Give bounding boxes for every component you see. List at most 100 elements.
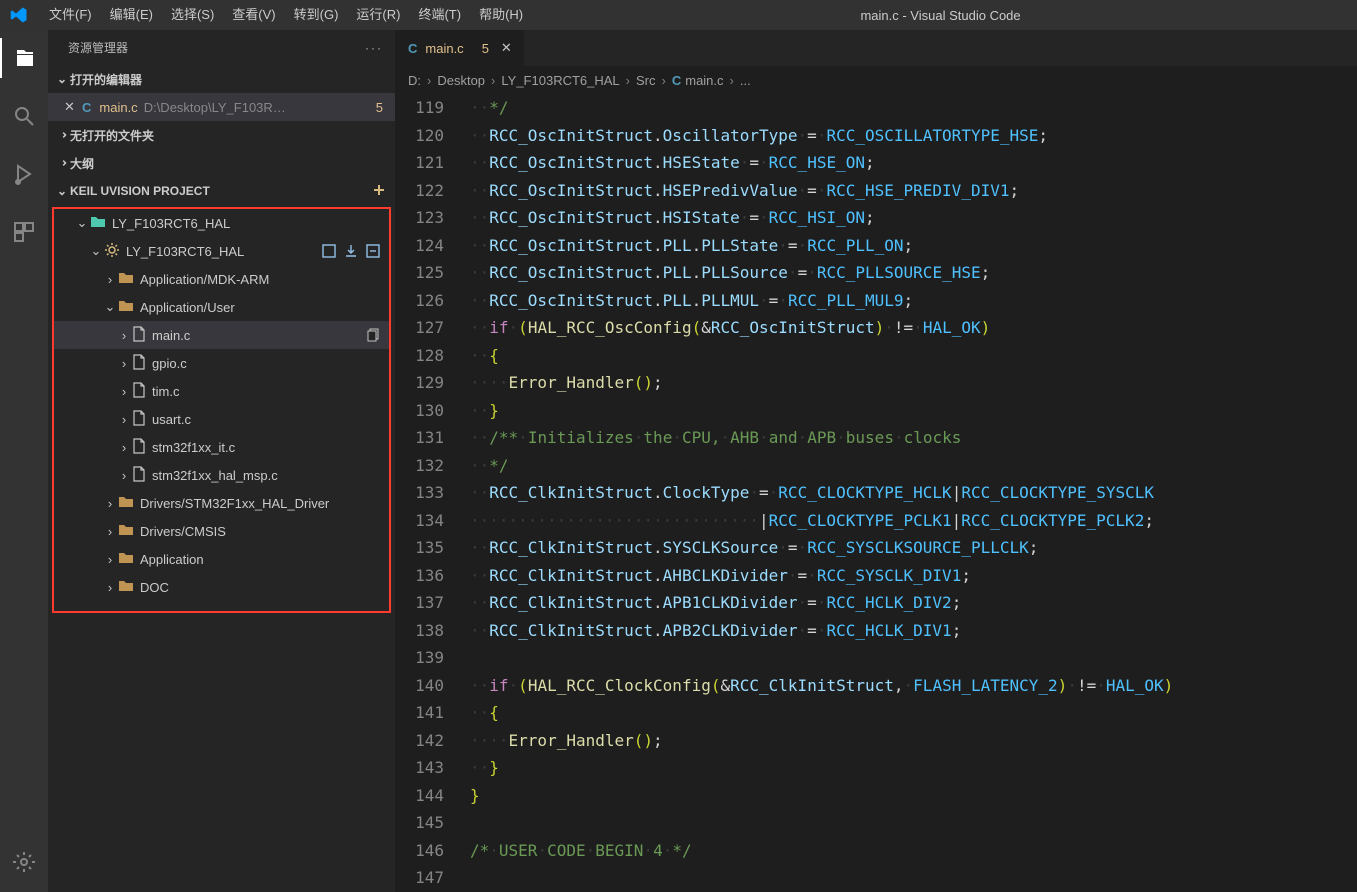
breadcrumb-item[interactable]: Src	[636, 73, 656, 88]
activity-settings[interactable]	[0, 842, 48, 882]
code-line[interactable]: ··RCC_ClkInitStruct.APB1CLKDivider·=·RCC…	[470, 589, 1357, 617]
breadcrumb[interactable]: D:›Desktop›LY_F103RCT6_HAL›Src›Cmain.c›.…	[396, 66, 1357, 94]
target-actions[interactable]	[321, 243, 381, 259]
tree-folder[interactable]: › Application	[54, 545, 389, 573]
section-outline[interactable]: ⌄ 大纲	[48, 149, 395, 177]
section-label: 大纲	[70, 155, 94, 172]
download-icon	[343, 243, 359, 259]
breadcrumb-item[interactable]: Desktop	[437, 73, 485, 88]
c-file-icon: C	[672, 73, 681, 88]
code-line[interactable]: ····Error_Handler();	[470, 369, 1357, 397]
tab-bar: C main.c 5 ✕	[396, 30, 1357, 66]
activity-explorer[interactable]	[0, 38, 48, 78]
code-line[interactable]: ··RCC_OscInitStruct.HSEState·=·RCC_HSE_O…	[470, 149, 1357, 177]
code-line[interactable]: ··*/	[470, 94, 1357, 122]
vscode-logo-icon	[8, 4, 30, 26]
code-line[interactable]: /*·USER·CODE·BEGIN·4·*/	[470, 837, 1357, 865]
menu-item[interactable]: 文件(F)	[40, 0, 101, 30]
line-number: 130	[396, 397, 444, 425]
section-open-editors[interactable]: ⌄ 打开的编辑器	[48, 65, 395, 93]
menu-item[interactable]: 编辑(E)	[101, 0, 162, 30]
tree-folder[interactable]: ⌄LY_F103RCT6_HAL	[54, 209, 389, 237]
breadcrumb-item[interactable]: ...	[740, 73, 751, 88]
tree-folder[interactable]: ⌄Application/User	[54, 293, 389, 321]
code-line[interactable]: ··}	[470, 754, 1357, 782]
section-label: KEIL UVISION PROJECT	[70, 184, 210, 198]
breadcrumb-item[interactable]: D:	[408, 73, 421, 88]
menu-item[interactable]: 帮助(H)	[470, 0, 532, 30]
code-line[interactable]: ··*/	[470, 452, 1357, 480]
tree-folder[interactable]: ›Drivers/CMSIS	[54, 517, 389, 545]
activity-run-debug[interactable]	[0, 154, 48, 194]
code-line[interactable]: ··RCC_ClkInitStruct.ClockType·=·RCC_CLOC…	[470, 479, 1357, 507]
breadcrumb-item[interactable]: Cmain.c	[672, 73, 724, 88]
code-line[interactable]	[470, 644, 1357, 672]
tree-file[interactable]: ›main.c	[54, 321, 389, 349]
code-line[interactable]: ··{	[470, 342, 1357, 370]
code-line[interactable]	[470, 864, 1357, 892]
code-line[interactable]: ··RCC_ClkInitStruct.APB2CLKDivider·=·RCC…	[470, 617, 1357, 645]
tree-folder[interactable]: ›DOC	[54, 573, 389, 601]
code-line[interactable]: ··{	[470, 699, 1357, 727]
line-number: 125	[396, 259, 444, 287]
tab-main-c[interactable]: C main.c 5 ✕	[396, 30, 525, 66]
activity-extensions[interactable]	[0, 212, 48, 252]
row-actions[interactable]	[367, 328, 381, 342]
code-content[interactable]: ··*/··RCC_OscInitStruct.OscillatorType·=…	[470, 94, 1357, 892]
close-icon[interactable]: ✕	[64, 99, 82, 115]
menu-item[interactable]: 查看(V)	[223, 0, 284, 30]
tree-folder[interactable]: ›Application/MDK-ARM	[54, 265, 389, 293]
code-line[interactable]	[470, 809, 1357, 837]
sidebar-more-icon[interactable]: ···	[365, 41, 383, 55]
tab-name: main.c	[425, 41, 463, 56]
tree-file[interactable]: ›usart.c	[54, 405, 389, 433]
code-line[interactable]: }	[470, 782, 1357, 810]
code-line[interactable]: ··RCC_ClkInitStruct.SYSCLKSource·=·RCC_S…	[470, 534, 1357, 562]
code-line[interactable]: ··RCC_OscInitStruct.PLL.PLLSource·=·RCC_…	[470, 259, 1357, 287]
code-line[interactable]: ··RCC_OscInitStruct.HSIState·=·RCC_HSI_O…	[470, 204, 1357, 232]
tree-file[interactable]: ›stm32f1xx_it.c	[54, 433, 389, 461]
chevron-right-icon: ›	[102, 552, 118, 567]
code-line[interactable]: ··RCC_OscInitStruct.PLL.PLLState·=·RCC_P…	[470, 232, 1357, 260]
chevron-right-icon: ›	[116, 356, 132, 371]
chevron-right-icon: ›	[102, 272, 118, 287]
code-line[interactable]: ··if·(HAL_RCC_ClockConfig(&RCC_ClkInitSt…	[470, 672, 1357, 700]
tree-file[interactable]: ›gpio.c	[54, 349, 389, 377]
title-bar: 文件(F)编辑(E)选择(S)查看(V)转到(G)运行(R)终端(T)帮助(H)…	[0, 0, 1357, 30]
chevron-right-icon: ›	[730, 73, 734, 88]
menu-item[interactable]: 选择(S)	[162, 0, 223, 30]
code-line[interactable]: ··RCC_ClkInitStruct.AHBCLKDivider·=·RCC_…	[470, 562, 1357, 590]
tree-label: DOC	[140, 580, 169, 595]
tree-label: LY_F103RCT6_HAL	[126, 244, 244, 259]
menu-item[interactable]: 转到(G)	[285, 0, 348, 30]
code-line[interactable]: ··if·(HAL_RCC_OscConfig(&RCC_OscInitStru…	[470, 314, 1357, 342]
keil-action-icon[interactable]	[371, 182, 387, 201]
line-number: 129	[396, 369, 444, 397]
code-line[interactable]: ··RCC_OscInitStruct.OscillatorType·=·RCC…	[470, 122, 1357, 150]
open-editor-item[interactable]: ✕ C main.c D:\Desktop\LY_F103RCT... 5	[48, 93, 395, 121]
code-line[interactable]: ······························|RCC_CLOCK…	[470, 507, 1357, 535]
section-keil-project[interactable]: ⌄ KEIL UVISION PROJECT	[48, 177, 395, 205]
tree-file[interactable]: ›stm32f1xx_hal_msp.c	[54, 461, 389, 489]
code-editor[interactable]: 1191201211221231241251261271281291301311…	[396, 94, 1357, 892]
tree-folder[interactable]: ⌄LY_F103RCT6_HAL	[54, 237, 389, 265]
activity-search[interactable]	[0, 96, 48, 136]
line-number: 139	[396, 644, 444, 672]
code-line[interactable]: ··/**·Initializes·the·CPU,·AHB·and·APB·b…	[470, 424, 1357, 452]
code-line[interactable]: ··RCC_OscInitStruct.HSEPredivValue·=·RCC…	[470, 177, 1357, 205]
code-line[interactable]: ····Error_Handler();	[470, 727, 1357, 755]
chevron-down-icon: ⌄	[54, 72, 70, 86]
tree-label: Application	[140, 552, 204, 567]
code-line[interactable]: ··RCC_OscInitStruct.PLL.PLLMUL·=·RCC_PLL…	[470, 287, 1357, 315]
close-icon[interactable]: ✕	[501, 40, 512, 56]
menu-item[interactable]: 运行(R)	[347, 0, 409, 30]
tree-file[interactable]: ›tim.c	[54, 377, 389, 405]
section-no-folder[interactable]: ⌄ 无打开的文件夹	[48, 121, 395, 149]
line-number: 122	[396, 177, 444, 205]
code-line[interactable]: ··}	[470, 397, 1357, 425]
menu-item[interactable]: 终端(T)	[409, 0, 470, 30]
chevron-right-icon: ›	[491, 73, 495, 88]
tree-folder[interactable]: ›Drivers/STM32F1xx_HAL_Driver	[54, 489, 389, 517]
breadcrumb-item[interactable]: LY_F103RCT6_HAL	[501, 73, 619, 88]
tree-label: Application/User	[140, 300, 235, 315]
